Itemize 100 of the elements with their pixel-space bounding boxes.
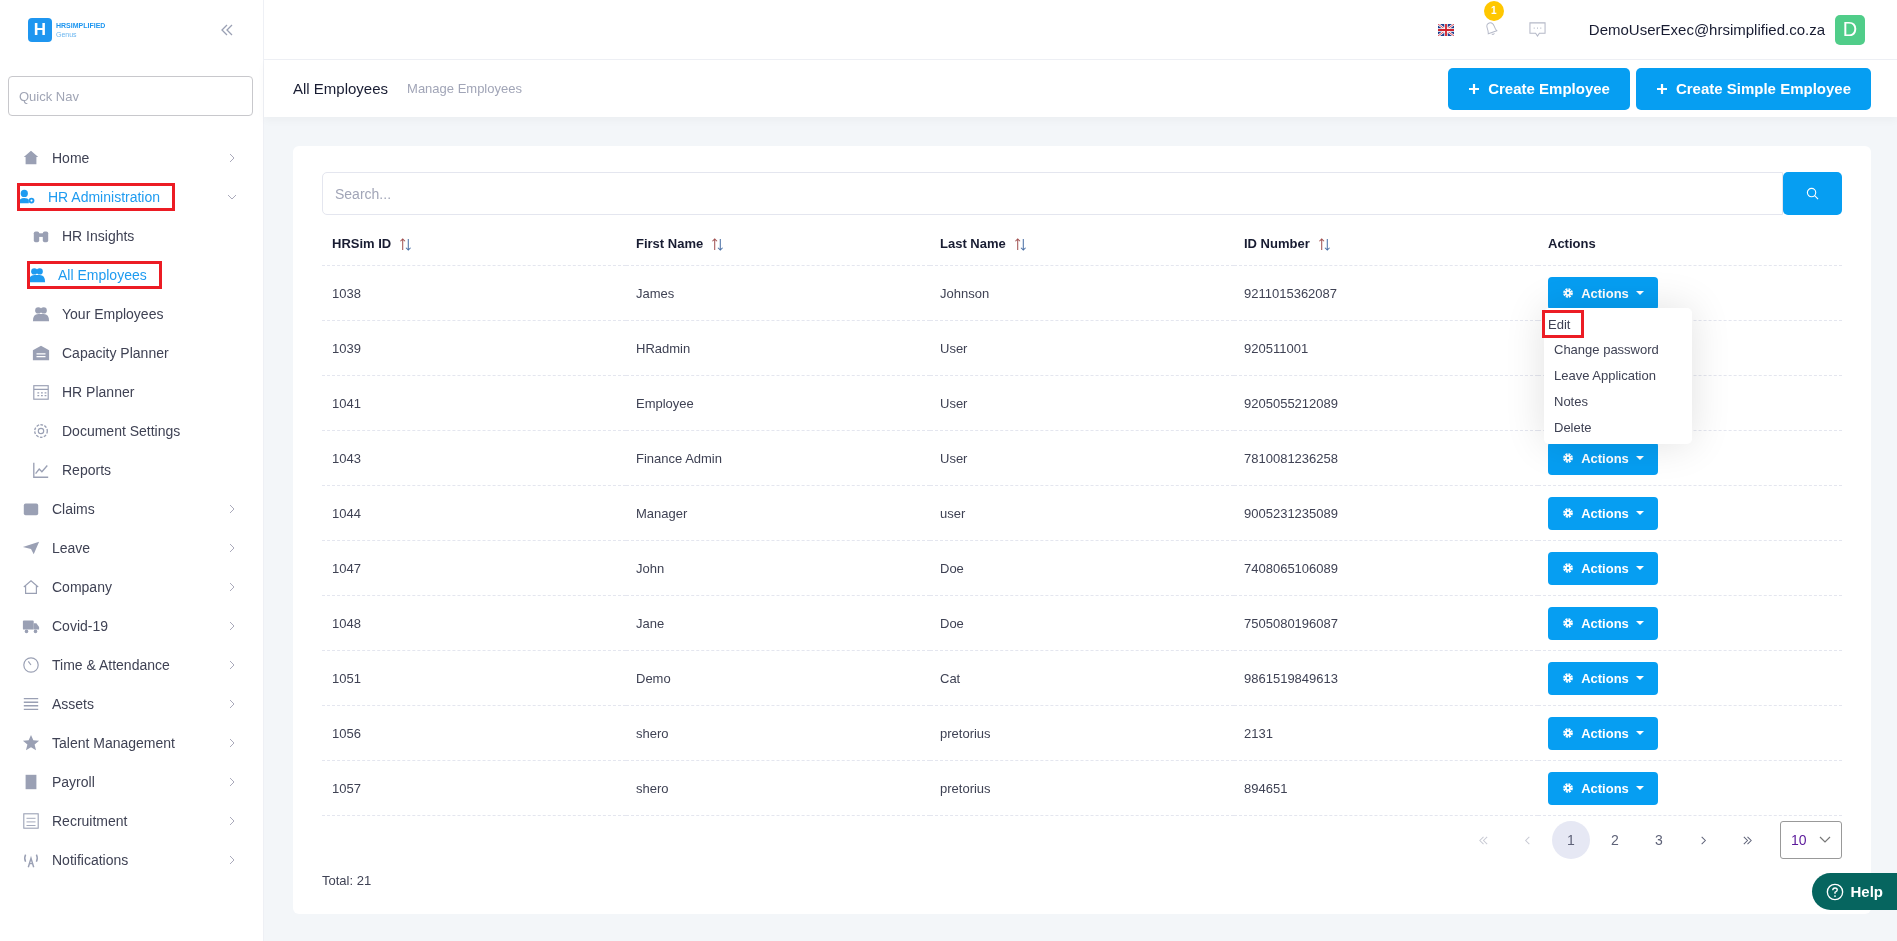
table-cell: 1044 [332, 505, 361, 521]
table-cell: John [636, 560, 665, 576]
submenu-item[interactable]: HR Insights [0, 216, 263, 255]
table-cell: HRadmin [636, 340, 691, 356]
menu-item[interactable]: Notes [1544, 388, 1692, 414]
table-cell: 1048 [332, 615, 361, 631]
column-header[interactable]: Last Name [940, 236, 1006, 251]
menu-item[interactable]: Change password [1544, 336, 1692, 362]
chevron-down-icon [1819, 836, 1831, 844]
menu-label: HR Planner [61, 383, 136, 400]
menu-label: Capacity Planner [61, 344, 170, 361]
chat-icon[interactable] [1527, 21, 1547, 38]
table-cell: Demo [636, 670, 671, 686]
search-button[interactable] [1783, 172, 1842, 215]
gear-icon [1562, 617, 1575, 629]
star-icon [22, 733, 40, 752]
gear-icon [1562, 672, 1575, 684]
menu-label: Assets [51, 695, 95, 712]
submenu-item[interactable]: Your Employees [0, 294, 263, 333]
menu-label: Your Employees [61, 305, 165, 322]
page-title: All Employees [293, 80, 389, 97]
sidebar-item[interactable]: Claims [0, 489, 263, 528]
page-button[interactable]: 1 [1552, 821, 1590, 859]
submenu-item[interactable]: Capacity Planner [0, 333, 263, 372]
chevron-icon [227, 152, 237, 163]
table-cell: pretorius [940, 780, 991, 796]
table-cell: 7810081236258 [1244, 450, 1338, 466]
calendar-icon [32, 382, 50, 401]
total-count: Total: 21 [322, 873, 373, 888]
page-size-select[interactable]: 10 [1780, 821, 1842, 859]
caret-icon [1635, 290, 1644, 296]
submenu-item[interactable]: Document Settings [0, 411, 263, 450]
sidebar-item[interactable]: Covid-19 [0, 606, 263, 645]
menu-label: HR Administration [47, 188, 162, 205]
sidebar-item[interactable]: Time & Attendance [0, 645, 263, 684]
sidebar-item[interactable]: Notifications [0, 840, 263, 879]
table-cell: James [636, 285, 675, 301]
menu-label: Payroll [51, 773, 96, 790]
gear-icon [1562, 452, 1575, 464]
menu-item[interactable]: Delete [1544, 414, 1692, 440]
table-cell: Cat [940, 670, 961, 686]
sort-icon[interactable] [1013, 238, 1027, 251]
menu-item[interactable]: Edit [1544, 312, 1582, 336]
table-cell: Manager [636, 505, 688, 521]
chart-icon [32, 460, 50, 479]
user-gear-icon [18, 187, 36, 206]
submenu-item[interactable]: HR Planner [0, 372, 263, 411]
chevron-icon [227, 503, 237, 514]
help-button[interactable]: Help [1812, 873, 1897, 910]
column-header[interactable]: HRSim ID [332, 236, 392, 251]
table-cell: 1039 [332, 340, 361, 356]
sidebar-item[interactable]: Home [0, 138, 263, 177]
table-cell: 1041 [332, 395, 361, 411]
table-cell: Doe [940, 615, 964, 631]
table-cell: 1038 [332, 285, 361, 301]
flag-icon[interactable] [1437, 23, 1454, 36]
sort-icon[interactable] [711, 238, 725, 251]
breadcrumb: Manage Employees [407, 81, 523, 96]
table-cell: shero [636, 780, 669, 796]
table-cell: 1051 [332, 670, 361, 686]
sidebar-item[interactable]: Assets [0, 684, 263, 723]
gear-icon [1562, 727, 1575, 739]
house-icon [22, 577, 40, 596]
table-cell: User [940, 450, 968, 466]
user-email[interactable]: DemoUserExec@hrsimplified.co.za [1588, 21, 1825, 38]
people-icon [32, 304, 50, 323]
caret-icon [1635, 675, 1644, 681]
collapse-icon[interactable] [219, 22, 235, 38]
caret-icon [1635, 455, 1644, 461]
sidebar-item[interactable]: Recruitment [0, 801, 263, 840]
menu-item[interactable]: Leave Application [1544, 362, 1692, 388]
menu-label: Notifications [51, 851, 130, 868]
table-cell: 1056 [332, 725, 361, 741]
table-cell: 1057 [332, 780, 361, 796]
sidebar-item[interactable]: Talent Management [0, 723, 263, 762]
table-cell: pretorius [940, 725, 991, 741]
submenu-item[interactable]: Reports [0, 450, 263, 489]
gear-icon [1562, 507, 1575, 519]
table-cell: Doe [940, 560, 964, 576]
sidebar-item[interactable]: Payroll [0, 762, 263, 801]
quick-nav-field[interactable]: Quick Nav [8, 76, 253, 116]
sort-icon[interactable] [1317, 238, 1331, 251]
column-header[interactable]: ID Number [1244, 236, 1310, 251]
chevron-icon [227, 854, 237, 865]
chevron-icon [227, 698, 237, 709]
page-button[interactable]: 3 [1640, 821, 1678, 859]
column-header[interactable]: First Name [636, 236, 704, 251]
chevron-icon [227, 776, 237, 787]
table-cell: 7505080196087 [1244, 615, 1338, 631]
plus-icon [1468, 82, 1481, 95]
page-button[interactable]: 2 [1596, 821, 1634, 859]
caret-icon [1635, 510, 1644, 516]
chevron-icon [227, 542, 237, 553]
caret-icon [1635, 785, 1644, 791]
sidebar-item[interactable]: Company [0, 567, 263, 606]
sort-icon[interactable] [399, 238, 413, 251]
chevron-icon [1477, 834, 1489, 846]
search-field[interactable]: Search... [322, 172, 1783, 215]
sidebar-item[interactable]: Leave [0, 528, 263, 567]
menu-label: Covid-19 [51, 617, 110, 634]
